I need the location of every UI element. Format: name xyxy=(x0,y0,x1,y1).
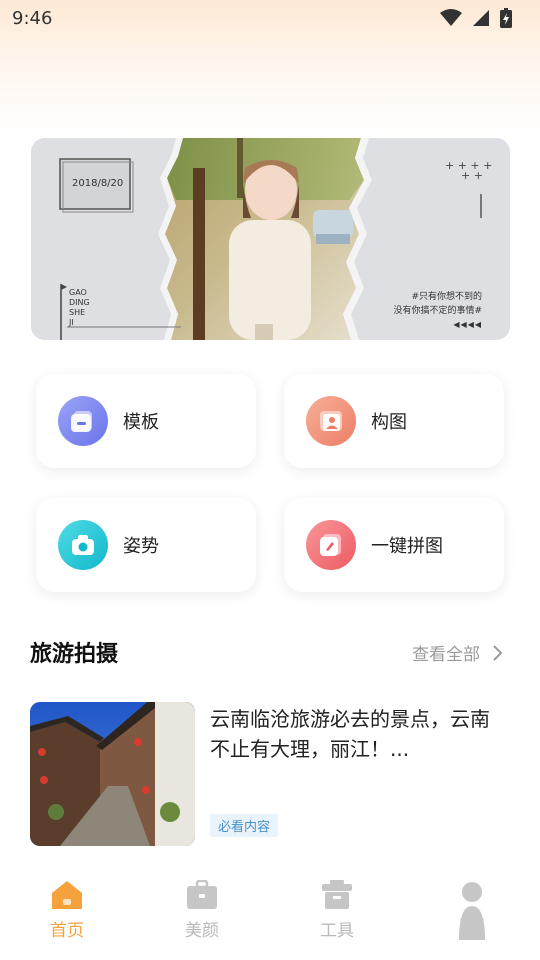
beauty-icon xyxy=(187,880,217,909)
template-icon xyxy=(58,396,108,446)
feature-label: 构图 xyxy=(371,412,407,433)
nav-item-profile[interactable] xyxy=(432,880,512,940)
nav-item-tools[interactable]: 工具 xyxy=(297,880,377,941)
nav-label-home: 首页 xyxy=(50,921,84,941)
wifi-icon xyxy=(440,9,462,26)
camera-icon xyxy=(58,520,108,570)
feature-label: 模板 xyxy=(123,412,159,433)
banner-quote: #只有你想不到的 没有你搞不定的事情# ◀◀◀◀ xyxy=(393,290,482,332)
banner-vertical-text: GAO DING SHE JI xyxy=(69,288,90,328)
signal-icon xyxy=(473,10,489,26)
nav-item-beauty[interactable]: 美颜 xyxy=(162,880,242,941)
article-title: 云南临沧旅游必去的景点，云南不止有大理，丽江！... xyxy=(210,707,490,761)
banner-quote-line2: 没有你搞不定的事情# xyxy=(393,306,482,316)
banner-date: 2018/8/20 xyxy=(72,178,124,189)
feature-template-button[interactable]: 模板 xyxy=(36,374,256,468)
feature-pose-button[interactable]: 姿势 xyxy=(36,498,256,592)
banner-quote-line1: #只有你想不到的 xyxy=(411,292,482,302)
composition-icon xyxy=(306,396,356,446)
article-card[interactable]: 云南临沧旅游必去的景点，云南不止有大理，丽江！... 必看内容 xyxy=(30,702,510,846)
feature-collage-button[interactable]: 一键拼图 xyxy=(284,498,504,592)
section-title: 旅游拍摄 xyxy=(30,642,119,667)
feature-label: 姿势 xyxy=(123,536,159,557)
tools-icon xyxy=(322,880,352,909)
vertical-text-line: GAO xyxy=(69,288,87,297)
status-time: 9:46 xyxy=(12,7,53,29)
vertical-text-line: SHE xyxy=(69,308,86,317)
feature-composition-button[interactable]: 构图 xyxy=(284,374,504,468)
chevron-right-icon xyxy=(493,644,502,661)
battery-icon xyxy=(500,8,512,28)
vertical-text-line: JI xyxy=(69,318,74,327)
banner-arrows: ◀◀◀◀ xyxy=(453,320,482,329)
status-icons xyxy=(440,8,512,28)
nav-item-home[interactable]: 首页 xyxy=(27,880,107,941)
status-bar: 9:46 xyxy=(0,0,540,36)
view-all-link[interactable]: 查看全部 xyxy=(412,640,502,665)
feature-label: 一键拼图 xyxy=(371,536,443,557)
home-icon xyxy=(52,881,82,909)
profile-icon xyxy=(459,882,485,940)
nav-label-tools: 工具 xyxy=(320,921,354,941)
vertical-text-line: DING xyxy=(69,298,90,307)
collage-icon xyxy=(306,520,356,570)
article-thumbnail xyxy=(30,702,195,846)
nav-label-beauty: 美颜 xyxy=(185,921,219,941)
promo-banner[interactable]: + + + + + + 2018/8/20 GAO DING SHE JI #只… xyxy=(31,138,510,340)
bottom-nav: 首页 美颜 工具 xyxy=(0,866,540,960)
view-all-label: 查看全部 xyxy=(412,645,480,665)
article-tag: 必看内容 xyxy=(210,814,279,837)
svg-text:+ +: + + xyxy=(461,169,483,182)
